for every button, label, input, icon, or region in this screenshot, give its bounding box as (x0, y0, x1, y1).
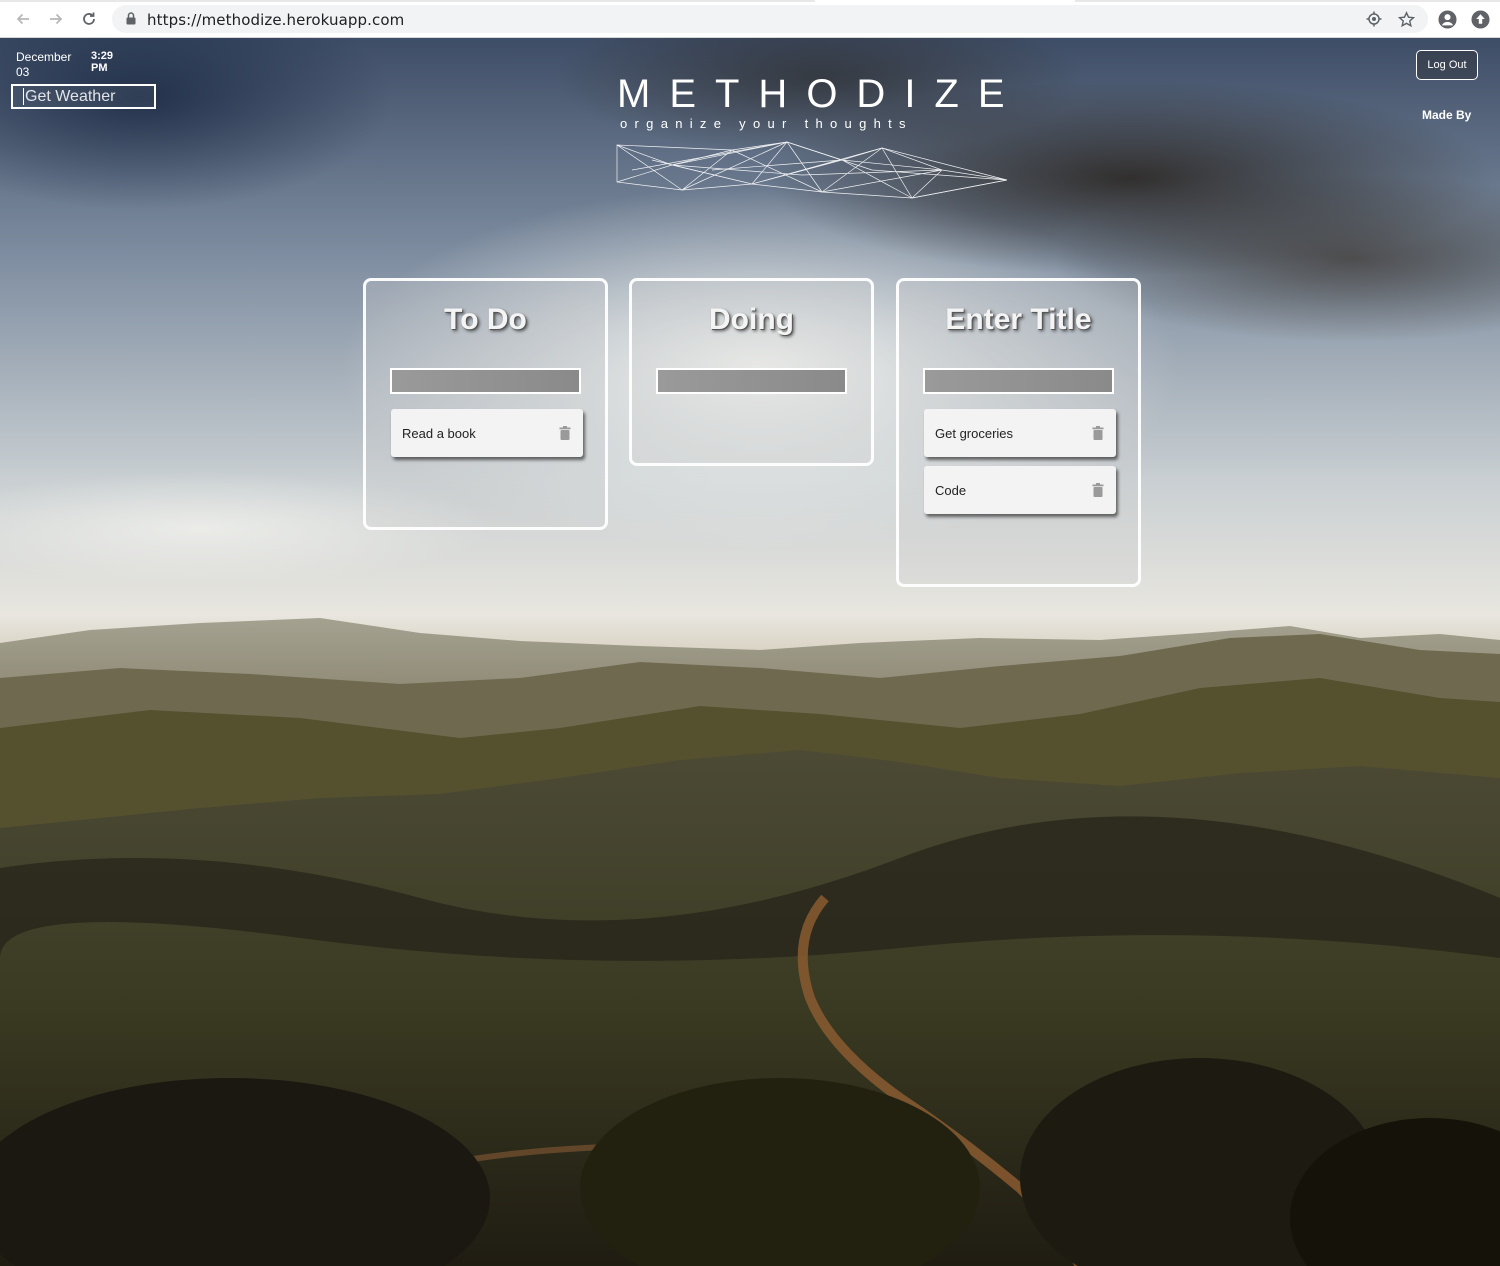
extension-icon[interactable] (1470, 9, 1490, 29)
brand-title: METHODIZE (617, 72, 1024, 116)
logout-button[interactable]: Log Out (1416, 50, 1478, 80)
made-by-link[interactable]: Made By (1422, 108, 1471, 122)
column-doing: Doing (629, 278, 874, 466)
text-caret (23, 88, 24, 105)
landscape-image (0, 618, 1500, 1266)
trash-icon[interactable] (559, 426, 571, 440)
trash-icon[interactable] (1092, 426, 1104, 440)
forward-arrow-icon[interactable] (45, 8, 67, 30)
current-date: December 03 (16, 50, 72, 79)
star-icon[interactable] (1396, 9, 1416, 29)
column-enter-title: Enter Title Get groceries Code (896, 278, 1141, 587)
new-card-input[interactable] (923, 368, 1114, 394)
new-card-input[interactable] (390, 368, 581, 394)
new-card-input[interactable] (656, 368, 847, 394)
brand-logo: METHODIZE organize your thoughts (617, 72, 1024, 131)
back-arrow-icon[interactable] (12, 8, 34, 30)
weather-input[interactable] (11, 84, 156, 109)
lock-icon (126, 12, 136, 30)
current-time: 3:29 PM (91, 50, 114, 74)
browser-toolbar: https://methodize.herokuapp.com (0, 0, 1500, 38)
url-text: https://methodize.herokuapp.com (147, 11, 405, 29)
column-title[interactable]: To Do (366, 303, 605, 343)
task-label: Get groceries (935, 425, 1014, 441)
task-card[interactable]: Get groceries (924, 409, 1116, 457)
task-card[interactable]: Read a book (391, 409, 583, 457)
account-icon[interactable] (1437, 9, 1457, 29)
column-title[interactable]: Enter Title (899, 303, 1138, 343)
reload-icon[interactable] (78, 8, 100, 30)
task-label: Code (935, 482, 967, 498)
column-title[interactable]: Doing (632, 303, 871, 343)
tab-strip (0, 0, 1500, 2)
app-background: December 03 3:29 PM Log Out Made By METH… (0, 38, 1500, 1266)
location-icon[interactable] (1364, 9, 1384, 29)
task-label: Read a book (402, 425, 476, 441)
brand-subtitle: organize your thoughts (620, 116, 913, 131)
network-mesh-icon (616, 141, 1008, 199)
trash-icon[interactable] (1092, 483, 1104, 497)
column-to-do: To Do Read a book (363, 278, 608, 530)
address-bar[interactable]: https://methodize.herokuapp.com (112, 5, 1428, 33)
task-card[interactable]: Code (924, 466, 1116, 514)
